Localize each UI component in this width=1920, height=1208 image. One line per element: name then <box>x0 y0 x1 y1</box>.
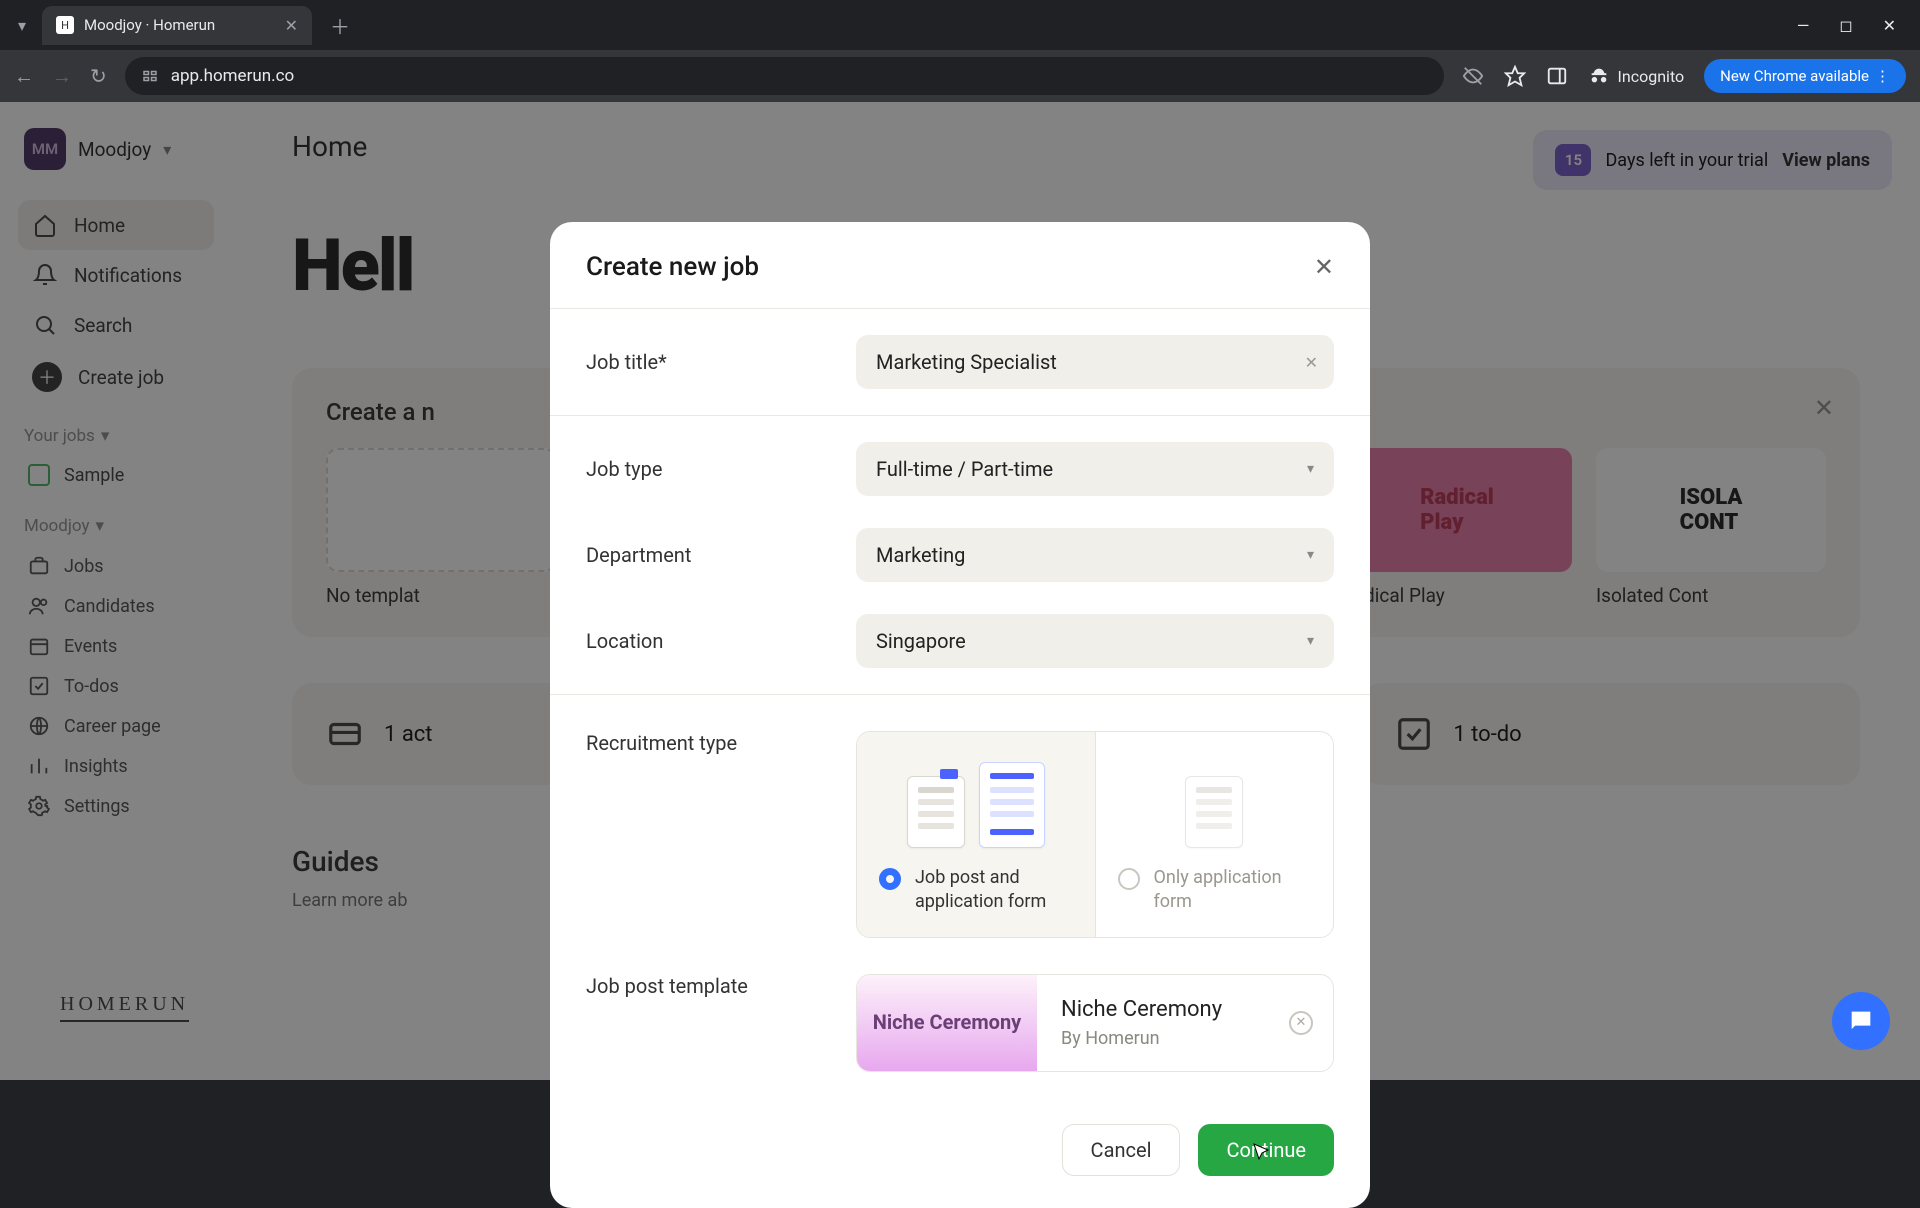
continue-button[interactable]: Continue <box>1198 1124 1334 1176</box>
modal-overlay[interactable]: Create new job ✕ Job title Marketing Spe… <box>0 102 1920 1080</box>
form-thumb-icon <box>1185 776 1243 848</box>
template-author: By Homerun <box>1061 1028 1309 1049</box>
url-text: app.homerun.co <box>171 66 294 86</box>
tab-favicon-icon: H <box>56 16 74 34</box>
chevron-down-icon: ▾ <box>1307 547 1314 563</box>
back-icon[interactable]: ← <box>14 64 34 89</box>
intercom-fab[interactable] <box>1832 992 1890 1050</box>
doc-thumb-icon <box>907 776 965 848</box>
tab-close-icon[interactable]: ✕ <box>285 16 298 35</box>
tab-search-icon[interactable]: ▾ <box>10 13 34 37</box>
address-bar[interactable]: app.homerun.co <box>125 57 1444 95</box>
create-job-modal: Create new job ✕ Job title Marketing Spe… <box>550 222 1370 1208</box>
label-recruitment-type: Recruitment type <box>586 731 856 755</box>
job-title-input[interactable]: Marketing Specialist ✕ <box>856 335 1334 389</box>
template-remove-icon[interactable]: ✕ <box>1289 1011 1313 1035</box>
browser-tabstrip: ▾ H Moodjoy · Homerun ✕ ＋ — ◻ ✕ <box>0 0 1920 50</box>
chevron-down-icon: ▾ <box>1307 633 1314 649</box>
radio-unselected-icon <box>1118 868 1140 890</box>
department-select[interactable]: Marketing ▾ <box>856 528 1334 582</box>
chevron-down-icon: ▾ <box>1307 461 1314 477</box>
browser-tab[interactable]: H Moodjoy · Homerun ✕ <box>42 6 312 45</box>
template-name: Niche Ceremony <box>1061 997 1309 1022</box>
eye-off-icon[interactable] <box>1462 65 1484 87</box>
maximize-icon[interactable]: ◻ <box>1839 16 1852 35</box>
reload-icon[interactable]: ↻ <box>90 64 107 88</box>
new-tab-button[interactable]: ＋ <box>320 11 360 40</box>
label-job-type: Job type <box>586 457 856 481</box>
close-window-icon[interactable]: ✕ <box>1883 16 1896 35</box>
minimize-icon[interactable]: — <box>1797 16 1810 35</box>
clear-input-icon[interactable]: ✕ <box>1305 353 1318 372</box>
chrome-update-button[interactable]: New Chrome available ⋮ <box>1704 59 1906 93</box>
sidepanel-icon[interactable] <box>1546 65 1568 87</box>
modal-title: Create new job <box>586 252 759 282</box>
label-department: Department <box>586 543 856 567</box>
forward-icon: → <box>52 64 72 89</box>
label-location: Location <box>586 629 856 653</box>
cancel-button[interactable]: Cancel <box>1062 1124 1181 1176</box>
location-select[interactable]: Singapore ▾ <box>856 614 1334 668</box>
tab-title: Moodjoy · Homerun <box>84 16 215 34</box>
radio-selected-icon <box>879 868 901 890</box>
label-job-post-template: Job post template <box>586 974 856 998</box>
bookmark-star-icon[interactable] <box>1504 65 1526 87</box>
site-settings-icon[interactable] <box>141 67 159 85</box>
recruitment-option-jobpost[interactable]: Job post and application form <box>857 732 1095 937</box>
recruitment-option-apponly[interactable]: Only application form <box>1095 732 1334 937</box>
browser-toolbar: ← → ↻ app.homerun.co Incognito New Chrom… <box>0 50 1920 102</box>
job-type-select[interactable]: Full-time / Part-time ▾ <box>856 442 1334 496</box>
kebab-icon: ⋮ <box>1875 67 1890 85</box>
window-controls: — ◻ ✕ <box>1797 16 1910 35</box>
form-thumb-icon <box>979 762 1045 848</box>
modal-close-icon[interactable]: ✕ <box>1314 253 1334 281</box>
chat-icon <box>1847 1007 1875 1035</box>
label-job-title: Job title <box>586 350 856 374</box>
incognito-icon <box>1588 65 1610 87</box>
incognito-badge: Incognito <box>1588 65 1685 87</box>
template-selection[interactable]: Niche Ceremony Niche Ceremony By Homerun… <box>856 974 1334 1072</box>
template-thumb: Niche Ceremony <box>857 975 1037 1071</box>
